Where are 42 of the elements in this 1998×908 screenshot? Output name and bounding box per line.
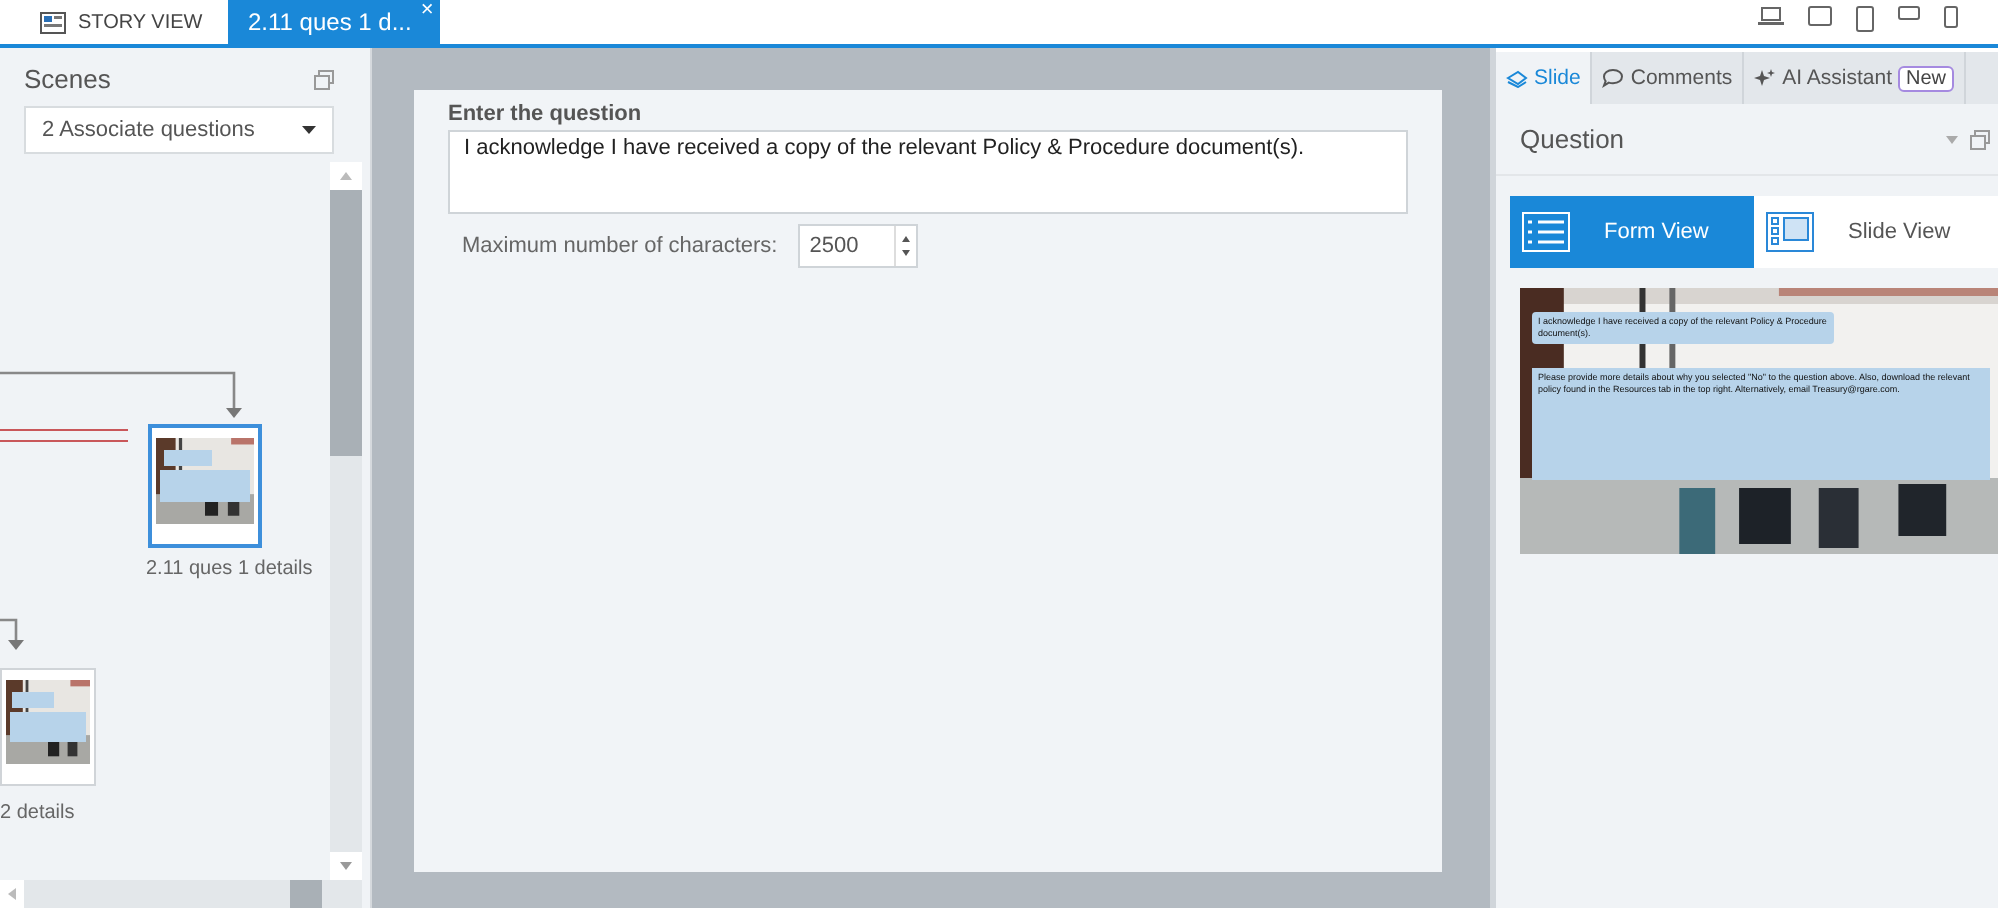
slide-layout-icon [1766, 212, 1814, 252]
scrollbar-thumb[interactable] [330, 190, 362, 456]
scrollbar-thumb[interactable] [290, 880, 322, 908]
storyboard-icon [40, 11, 66, 33]
document-tab[interactable]: 2.11 ques 1 d... × [228, 0, 440, 44]
comment-icon [1602, 68, 1625, 88]
sparkle-icon [1754, 68, 1777, 88]
restore-icon[interactable] [314, 69, 334, 89]
scroll-down-icon[interactable] [340, 862, 352, 870]
field-label: Enter the question [448, 102, 644, 126]
horizontal-scrollbar[interactable] [0, 880, 362, 908]
phone-portrait-icon[interactable] [1944, 6, 1958, 28]
slide-icon [1506, 69, 1528, 87]
laptop-icon[interactable] [1758, 6, 1784, 26]
new-badge: New [1897, 65, 1954, 91]
connector-line [0, 428, 128, 444]
close-icon[interactable]: × [420, 0, 434, 22]
section-title: Question [1520, 124, 1627, 154]
panel-tab[interactable]: Comments [1592, 52, 1745, 104]
phone-landscape-icon[interactable] [1898, 6, 1920, 20]
field-label: Maximum number of characters: [462, 234, 778, 258]
scroll-up-icon[interactable] [340, 172, 352, 180]
restore-icon[interactable] [1970, 129, 1990, 149]
view-toggle-button[interactable]: Slide View [1754, 196, 1998, 268]
caret-icon [302, 126, 316, 134]
panel-tab[interactable]: AI Assistant New [1744, 52, 1966, 104]
caret-icon[interactable] [1946, 135, 1958, 143]
scene-label: 2.11 ques 1 details [146, 558, 313, 580]
scroll-left-icon[interactable] [8, 888, 16, 900]
panel-title: Scenes [24, 64, 111, 94]
question-field[interactable]: I acknowledge I have received a copy of the relevant Policy & Procedure document(s). [448, 130, 1408, 214]
document-tab[interactable]: STORY VIEW [0, 0, 228, 44]
tablet-landscape-icon[interactable] [1808, 6, 1832, 26]
connector-arrow [0, 618, 26, 652]
vertical-scrollbar[interactable] [330, 162, 362, 880]
number-spinner[interactable]: 2500 [797, 224, 918, 268]
view-toggle-button[interactable]: Form View [1510, 196, 1754, 268]
scene-label: 2 details [0, 802, 75, 824]
tablet-portrait-icon[interactable] [1856, 6, 1874, 32]
list-icon [1522, 212, 1570, 252]
scene-dropdown[interactable]: 2 Associate questions [24, 106, 334, 154]
slide-thumbnail[interactable] [148, 424, 262, 548]
